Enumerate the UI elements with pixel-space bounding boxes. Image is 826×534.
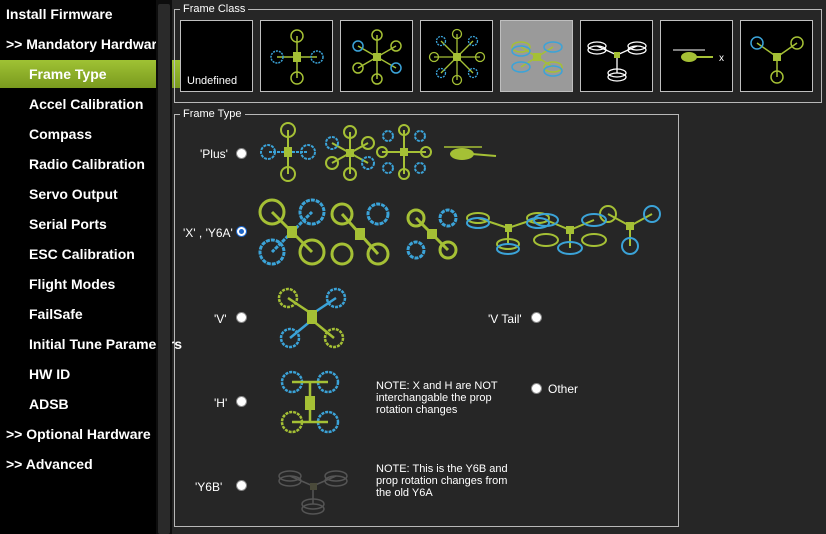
h-radio[interactable] bbox=[236, 396, 247, 407]
sidebar: Install Firmware >> Mandatory Hardware F… bbox=[0, 0, 197, 534]
octa-icon bbox=[428, 28, 486, 86]
frame-class-octa-button[interactable] bbox=[420, 20, 493, 92]
h-label: 'H' bbox=[214, 396, 228, 410]
vtail-label: 'V Tail' bbox=[488, 312, 522, 326]
y6b-label: 'Y6B' bbox=[195, 480, 223, 494]
y6b-note: NOTE: This is the Y6B and prop rotation … bbox=[376, 463, 508, 499]
y6b-frame-image bbox=[278, 470, 348, 515]
sidebar-item-label: Frame Type bbox=[29, 66, 107, 82]
plus-label: 'Plus' bbox=[200, 147, 228, 161]
other-radio[interactable] bbox=[531, 383, 542, 394]
frame-class-undefined-button[interactable]: Undefined bbox=[180, 20, 253, 92]
v-radio[interactable] bbox=[236, 312, 247, 323]
frame-type-title: Frame Type bbox=[180, 108, 245, 120]
sidebar-item-install-firmware[interactable]: Install Firmware bbox=[0, 0, 178, 28]
x-frames-image bbox=[258, 198, 661, 266]
frame-class-quad-button[interactable] bbox=[260, 20, 333, 92]
frame-class-octaquad-button[interactable] bbox=[500, 20, 573, 92]
sidebar-scroll-thumb[interactable] bbox=[158, 4, 170, 534]
frame-class-heli-button[interactable]: x bbox=[660, 20, 733, 92]
frame-class-hexa-button[interactable] bbox=[340, 20, 413, 92]
y6b-radio[interactable] bbox=[236, 480, 247, 491]
other-label: Other bbox=[548, 382, 579, 396]
h-frame-image bbox=[280, 370, 340, 434]
x-y6a-radio[interactable] bbox=[236, 226, 247, 237]
plus-frames-image bbox=[260, 122, 497, 182]
frame-class-undefined-label: Undefined bbox=[187, 75, 238, 87]
frame-class-title: Frame Class bbox=[180, 3, 249, 15]
frame-class-tri-button[interactable] bbox=[740, 20, 813, 92]
heli-icon: x bbox=[673, 49, 724, 64]
svg-text:x: x bbox=[719, 53, 724, 64]
plus-radio[interactable] bbox=[236, 148, 247, 159]
vtail-radio[interactable] bbox=[531, 312, 542, 323]
tri-icon bbox=[750, 36, 804, 84]
quad-icon bbox=[270, 29, 324, 85]
hexa-icon bbox=[352, 29, 402, 85]
frame-class-y6-button[interactable] bbox=[580, 20, 653, 92]
sidebar-item-advanced[interactable]: >> Advanced bbox=[0, 450, 178, 478]
y6-icon bbox=[587, 41, 647, 82]
v-frame-image bbox=[277, 287, 347, 349]
h-note: NOTE: X and H are NOT interchangable the… bbox=[376, 380, 498, 416]
octaquad-icon bbox=[511, 41, 563, 77]
sidebar-item-mandatory-hardware[interactable]: >> Mandatory Hardware bbox=[0, 30, 178, 58]
x-y6a-label: 'X' , 'Y6A' bbox=[183, 226, 233, 240]
v-label: 'V' bbox=[214, 312, 227, 326]
sidebar-item-optional-hardware[interactable]: >> Optional Hardware bbox=[0, 420, 178, 448]
